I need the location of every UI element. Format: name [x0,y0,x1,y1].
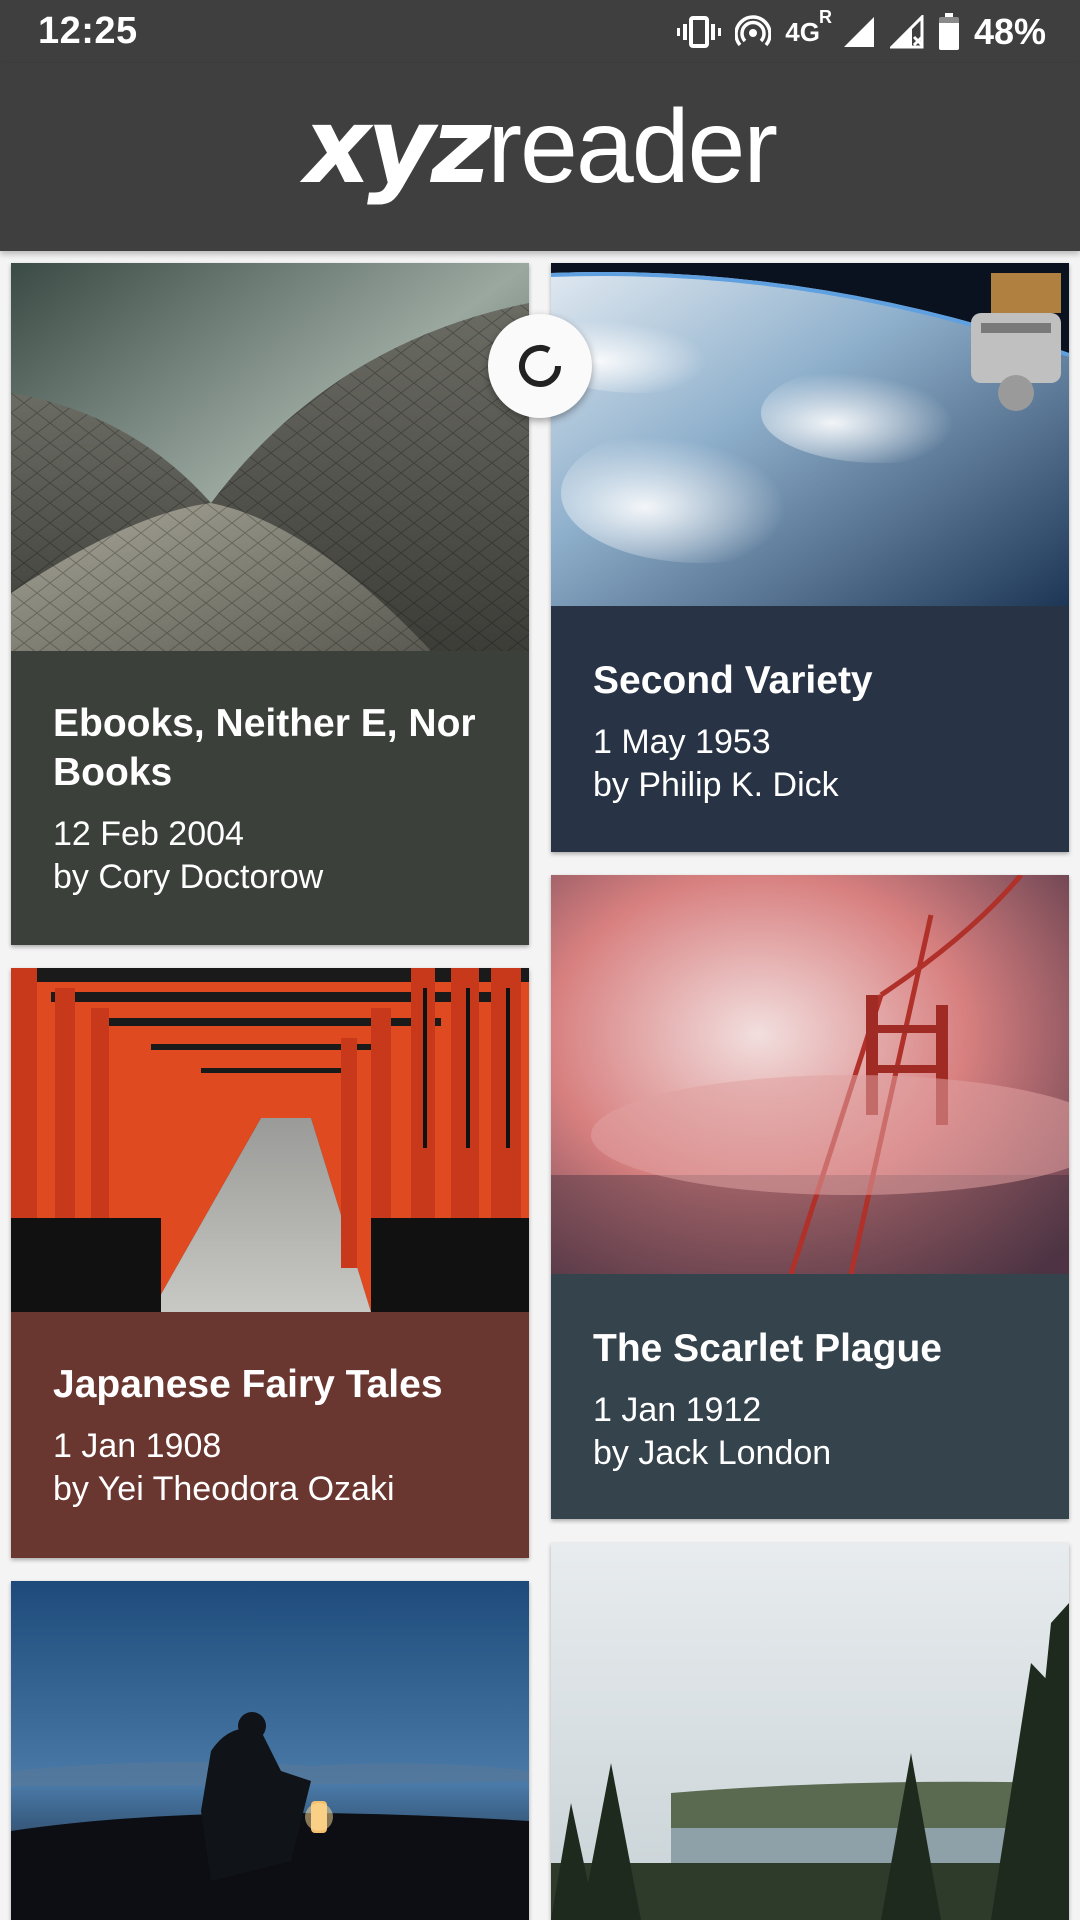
article-info: Second Variety 1 May 1953 by Philip K. D… [551,606,1069,807]
article-title: Ebooks, Neither E, Nor Books [53,702,476,794]
article-card[interactable]: Second Variety 1 May 1953 by Philip K. D… [551,263,1069,852]
article-title: Second Variety [593,659,873,702]
signal-icon [842,15,876,49]
vibrate-icon [677,15,722,49]
signal-no-data-icon [889,15,924,49]
article-author: by Jack London [593,1434,832,1472]
status-bar: 12:25 4G R 48% [0,0,1080,63]
logo-reader: reader [487,89,778,205]
article-title: Japanese Fairy Tales [53,1363,443,1406]
logo-xyz: xyz [303,85,491,207]
refresh-spinner [488,314,592,418]
article-author: by Philip K. Dick [593,766,839,804]
article-info: Japanese Fairy Tales 1 Jan 1908 by Yei T… [11,1312,529,1511]
article-date: 1 May 1953 [593,723,771,761]
network-type: 4G R [785,7,832,48]
article-card[interactable]: The Scarlet Plague 1 Jan 1912 by Jack Lo… [551,875,1069,1519]
roaming-indicator: R [818,6,832,27]
article-card[interactable] [11,1581,529,1920]
article-info: The Scarlet Plague 1 Jan 1912 by Jack Lo… [551,1274,1069,1475]
article-author: by Cory Doctorow [53,858,324,896]
app-logo: xyzreader [0,91,1080,202]
article-author: by Yei Theodora Ozaki [53,1470,395,1508]
article-photo [551,263,1069,606]
app-bar: xyzreader [0,63,1080,251]
article-card[interactable]: Ebooks, Neither E, Nor Books 12 Feb 2004… [11,263,529,945]
article-card[interactable] [551,1543,1069,1920]
article-photo [11,263,529,651]
article-info: Ebooks, Neither E, Nor Books 12 Feb 2004… [11,651,529,899]
battery-icon [938,13,960,51]
article-date: 1 Jan 1908 [53,1427,222,1465]
article-photo [551,875,1069,1274]
article-title: The Scarlet Plague [593,1327,942,1370]
article-photo [551,1543,1069,1920]
article-date: 1 Jan 1912 [593,1391,762,1429]
article-card[interactable]: Japanese Fairy Tales 1 Jan 1908 by Yei T… [11,968,529,1558]
status-icons: 4G R 48% [677,7,1046,54]
refresh-icon [519,345,561,387]
article-date: 12 Feb 2004 [53,815,244,853]
hotspot-icon [735,14,772,50]
network-label: 4G [785,16,820,47]
battery-percent: 48% [973,11,1046,52]
article-photo [11,1581,529,1920]
status-time: 12:25 [38,10,138,52]
article-photo [11,968,529,1312]
